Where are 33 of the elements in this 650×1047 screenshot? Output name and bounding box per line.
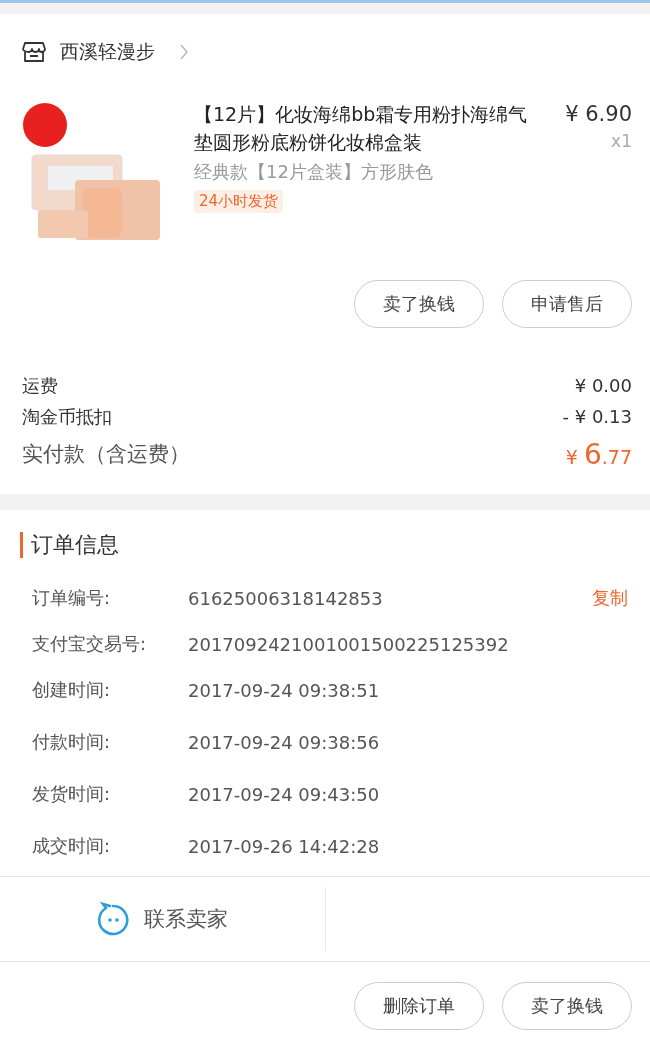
shipping-tag: 24小时发货 — [194, 190, 284, 213]
product-variant: 经典款【12片盒装】方形肤色 — [194, 160, 434, 184]
fee-value: - ¥ 0.13 — [562, 406, 632, 427]
total-label: 实付款（含运费） — [22, 441, 190, 468]
chevron-icon[interactable] — [179, 43, 189, 61]
store-name[interactable]: 西溪轻漫步 — [60, 39, 155, 65]
product-quantity: x1 — [610, 131, 632, 151]
fee-value: ¥ 0.00 — [574, 375, 632, 396]
info-value: 2017-09-26 14:42:28 — [188, 835, 381, 857]
info-label: 付款时间: — [32, 730, 112, 754]
info-value: 2017-09-24 09:43:50 — [188, 783, 381, 805]
store-icon — [22, 41, 46, 63]
action-button[interactable]: 卖了换钱 — [502, 982, 632, 1030]
info-value: 2017-09-24 09:38:56 — [188, 731, 381, 753]
chat-face-icon — [96, 902, 131, 936]
action-button[interactable]: 申请售后 — [502, 280, 632, 328]
total-amount: ¥ 6.77 — [565, 437, 632, 471]
product-title[interactable]: 【12片】化妆海绵bb霜专用粉扑海绵气垫圆形粉底粉饼化妆棉盒装 — [194, 100, 530, 156]
fee-label: 淘金币抵扣 — [22, 404, 112, 429]
info-label: 创建时间: — [32, 678, 112, 702]
info-value: 2017092421001001500225125392 — [188, 633, 510, 655]
info-label: 订单编号: — [32, 586, 112, 610]
product-price: ¥ 6.90 — [565, 101, 632, 128]
info-label: 成交时间: — [32, 834, 112, 858]
info-value: 61625006318142853 — [188, 587, 384, 609]
section-title: 订单信息 — [20, 532, 650, 558]
fee-label: 运费 — [22, 373, 58, 398]
contact-seller-link[interactable]: 联系卖家 — [144, 905, 229, 933]
action-button[interactable]: 卖了换钱 — [354, 280, 484, 328]
info-label: 发货时间: — [32, 782, 112, 806]
action-button[interactable]: 删除订单 — [354, 982, 484, 1030]
info-value: 2017-09-24 09:38:51 — [188, 679, 381, 701]
info-label: 支付宝交易号: — [32, 632, 148, 656]
